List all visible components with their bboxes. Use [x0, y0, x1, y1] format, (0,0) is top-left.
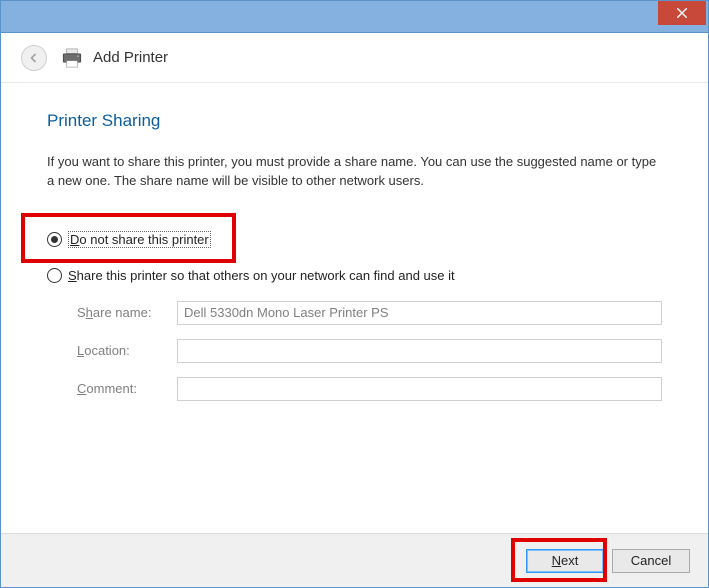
- location-field: [177, 339, 662, 363]
- description-text: If you want to share this printer, you m…: [47, 153, 662, 191]
- printer-icon: [61, 48, 83, 68]
- cancel-button[interactable]: Cancel: [612, 549, 690, 573]
- radio-label-noshare: Do not share this printer: [68, 231, 211, 248]
- radio-label-share: Share this printer so that others on you…: [68, 268, 455, 283]
- share-name-label: Share name:: [77, 305, 177, 320]
- content-area: Printer Sharing If you want to share thi…: [1, 83, 708, 401]
- share-form: Share name: Location: Comment:: [77, 301, 662, 401]
- section-title: Printer Sharing: [47, 111, 662, 131]
- close-icon: [677, 8, 687, 18]
- radio-option-noshare[interactable]: Do not share this printer: [47, 231, 662, 248]
- titlebar: [1, 1, 708, 33]
- radio-option-share[interactable]: Share this printer so that others on you…: [47, 268, 662, 283]
- wizard-window: Add Printer Printer Sharing If you want …: [0, 0, 709, 588]
- next-button[interactable]: Next: [526, 549, 604, 573]
- back-arrow-icon: [28, 52, 40, 64]
- header-title: Add Printer: [93, 49, 168, 66]
- header: Add Printer: [1, 33, 708, 83]
- close-button[interactable]: [658, 1, 706, 25]
- radio-icon: [47, 268, 62, 283]
- comment-label: Comment:: [77, 381, 177, 396]
- comment-field: [177, 377, 662, 401]
- footer: Next Cancel: [1, 533, 708, 587]
- radio-icon: [47, 232, 62, 247]
- share-name-field: [177, 301, 662, 325]
- location-label: Location:: [77, 343, 177, 358]
- back-button[interactable]: [21, 45, 47, 71]
